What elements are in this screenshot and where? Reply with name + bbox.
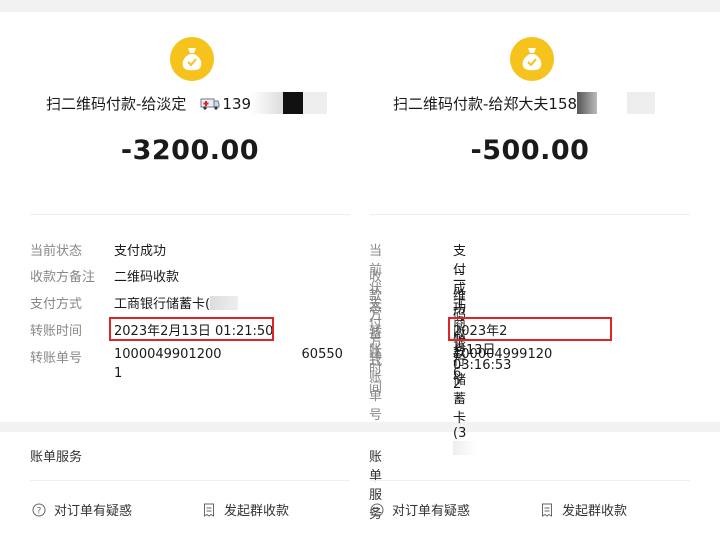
privacy-mask bbox=[453, 441, 477, 455]
privacy-mask bbox=[597, 92, 628, 114]
privacy-mask bbox=[627, 92, 656, 114]
order-question-button[interactable]: ? 对订单有疑惑 bbox=[370, 500, 470, 519]
question-circle-icon: ? bbox=[370, 503, 384, 516]
transfer-number-value-line2: 6 bbox=[453, 366, 462, 381]
payee-name: 扫二维码付款-给郑大夫158 bbox=[393, 95, 578, 113]
money-bag-icon bbox=[510, 37, 554, 81]
divider bbox=[370, 480, 690, 481]
group-collect-label: 发起群收款 bbox=[562, 504, 628, 519]
divider bbox=[370, 214, 690, 215]
receipt-doc-icon bbox=[542, 503, 552, 517]
receipt-panel-right: 扫二维码付款-给郑大夫158 -500.00 当前状态 支付成功 收款方备注 二… bbox=[0, 0, 720, 540]
svg-text:?: ? bbox=[375, 506, 380, 516]
highlight-box bbox=[448, 317, 612, 341]
privacy-mask bbox=[577, 92, 598, 114]
payee-title: 扫二维码付款-给郑大夫158 bbox=[393, 92, 656, 114]
transfer-number-value: 1000049991202 bbox=[453, 347, 553, 392]
group-collect-button[interactable]: 发起群收款 bbox=[540, 500, 627, 519]
order-question-label: 对订单有疑惑 bbox=[392, 504, 471, 519]
amount: -500.00 bbox=[470, 135, 590, 166]
transfer-number-label: 转账单号 bbox=[369, 351, 383, 423]
bill-service-card bbox=[360, 432, 720, 540]
